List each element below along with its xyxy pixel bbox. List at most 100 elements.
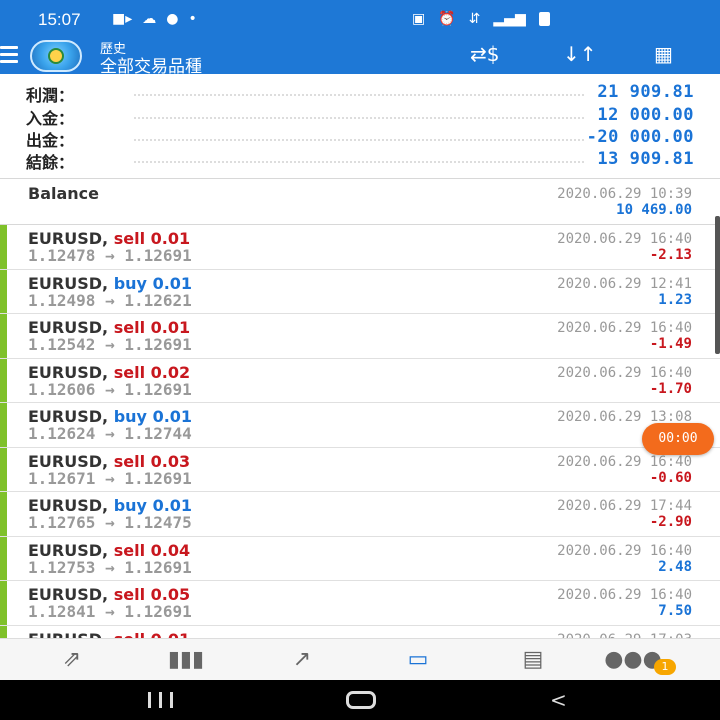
trade-close-price: 1.12744 [124,424,192,443]
top-bar: 15:07 ■▸ ☁ ● • ▣ ⏰ ⇵ ▂▄▆ 歷史 全部交易品種 ⇄$ ↓↑… [0,0,720,77]
video-icon: ■▸ [112,11,133,27]
summary-dots [134,117,584,119]
summary-row-withdrawal: 出金： -20 000.00 [0,127,720,150]
trade-profit: 2.48 [658,558,692,575]
trade-status-bar [0,447,7,491]
trade-row[interactable]: EURUSD, sell 0.02 1.12606 → 1.12691 2020.0… [0,358,720,403]
trade-status-bar [0,225,7,269]
summary-label: 入金： [26,109,75,128]
home-button[interactable] [346,680,376,720]
trade-row[interactable]: EURUSD, sell 0.012020.06.29 17:03 [0,625,720,639]
trade-close-price: 1.12691 [124,246,192,265]
summary-value: -20 000.00 [586,127,694,147]
trade-open-price: 1.12841 [28,602,96,621]
trade-profit: -2.90 [649,514,692,530]
trade-row[interactable]: EURUSD, sell 0.04 1.12753 → 1.12691 2020.0… [0,536,720,581]
trade-icon[interactable]: ↗ [272,643,332,677]
trade-time: 2020.06.29 16:40 [557,587,692,603]
trade-status-bar [0,492,7,536]
trade-profit: 7.50 [658,603,692,619]
chat-icon[interactable]: ●●● [603,643,663,677]
summary-label: 出金： [26,131,75,150]
mt-history-screen: 15:07 ■▸ ☁ ● • ▣ ⏰ ⇵ ▂▄▆ 歷史 全部交易品種 ⇄$ ↓↑… [0,0,720,720]
summary-value: 21 909.81 [597,82,694,102]
trade-row[interactable]: EURUSD, buy 0.01 1.12624 → 1.12744 2020.06… [0,403,720,448]
trade-close-price: 1.12621 [124,290,192,310]
quotes-icon[interactable]: ⇗ [42,643,102,677]
chat-badge: 1 [654,659,676,675]
trade-row[interactable]: EURUSD, buy 0.01 1.12765 → 1.12475 2020.06… [0,492,720,537]
recent-apps-button[interactable] [146,680,178,720]
summary-dots [134,139,584,141]
trade-prices: 1.12498 → 1.12621 [28,291,192,310]
trade-status-bar [0,269,7,313]
app-logo [30,40,82,72]
trade-open-price: 1.12671 [28,468,96,488]
timer-badge[interactable]: 00:00 [642,423,714,455]
news-icon[interactable]: ▤ [503,643,563,677]
trade-status-bar [0,403,7,447]
trade-profit: -0.60 [649,469,692,486]
divider [0,178,720,179]
summary-row-deposit: 入金： 12 000.00 [0,105,720,128]
trade-profit: -2.13 [649,247,692,263]
arrow-icon: → [105,290,115,310]
trade-close-price: 1.12691 [124,602,192,621]
sort-icon[interactable]: ↓↑ [563,42,597,66]
summary-value: 13 909.81 [597,149,694,169]
arrow-icon: → [105,424,115,443]
app-badge-icon: ● [166,11,179,27]
signal-icon: ▂▄▆ [493,11,526,27]
chart-candles-icon[interactable]: ▮▮▮ [156,643,216,677]
trade-time: 2020.06.29 17:44 [557,498,692,514]
arrow-icon: → [105,513,115,532]
trade-open-price: 1.12498 [28,290,96,310]
summary-dots [134,161,584,163]
arrow-icon: → [105,379,115,399]
trade-row[interactable]: EURUSD, sell 0.05 1.12841 → 1.12691 2020.0… [0,581,720,626]
trade-row[interactable]: EURUSD, sell 0.03 1.12671 → 1.12691 2020.0… [0,447,720,492]
balance-label: Balance [28,184,99,203]
scrollbar-thumb[interactable] [715,216,720,354]
trade-status-bar [0,358,7,402]
trade-row[interactable]: EURUSD, sell 0.01 1.12478 → 1.12691 2020.0… [0,225,720,270]
trade-prices: 1.12841 → 1.12691 [28,602,192,621]
status-right-icons: ▣ ⏰ ⇵ ▂▄▆ [412,11,550,27]
summary-row-profit: 利潤： 21 909.81 [0,82,720,105]
balance-value: 10 469.00 [616,202,692,218]
history-icon[interactable]: ▭ [388,643,448,677]
trade-status-bar [0,314,7,358]
trade-open-price: 1.12624 [28,424,96,443]
alarm-icon: ⏰ [438,11,456,27]
arrow-icon: → [105,602,115,621]
trade-row[interactable]: EURUSD, buy 0.01 1.12498 → 1.12621 2020.06… [0,269,720,314]
trade-row[interactable]: EURUSD, sell 0.01 1.12542 → 1.12691 2020.0… [0,314,720,359]
summary-row-balance: 結餘： 13 909.81 [0,149,720,172]
summary-panel: 利潤： 21 909.81 入金： 12 000.00 出金： -20 000.… [0,80,720,176]
bottom-tab-bar: ⇗ ▮▮▮ ↗ ▭ ▤ ●●● 1 [0,638,720,680]
trade-list[interactable]: EURUSD, sell 0.01 1.12478 → 1.12691 2020.0… [0,225,720,638]
trade-volume: 0.01 [151,630,190,639]
trade-close-price: 1.12691 [124,379,192,399]
balance-row[interactable]: Balance 2020.06.29 10:39 10 469.00 [0,180,720,224]
android-nav-bar: < [0,680,720,720]
currency-icon[interactable]: ⇄$ [470,42,499,66]
trade-time: 2020.06.29 16:40 [557,542,692,559]
trade-time: 2020.06.29 16:40 [557,231,692,247]
balance-time: 2020.06.29 10:39 [557,186,692,202]
app-bar: 歷史 全部交易品種 ⇄$ ↓↑ ▦ [0,38,720,77]
trade-profit: -1.70 [649,380,692,397]
calendar-icon[interactable]: ▦ [654,42,673,66]
trade-status-bar [0,536,7,580]
menu-icon[interactable] [0,44,18,66]
trade-prices: 1.12624 → 1.12744 [28,424,192,443]
page-title[interactable]: 全部交易品種 [100,52,202,77]
trade-open-price: 1.12542 [28,335,96,354]
trade-status-bar [0,625,7,638]
trade-time: 2020.06.29 16:40 [557,364,692,381]
trade-symbol: EURUSD, sell 0.01 [28,630,190,639]
trade-open-price: 1.12765 [28,513,96,532]
cloud-icon: ☁ [142,11,157,27]
back-button[interactable]: < [550,680,574,720]
summary-dots [134,94,584,96]
